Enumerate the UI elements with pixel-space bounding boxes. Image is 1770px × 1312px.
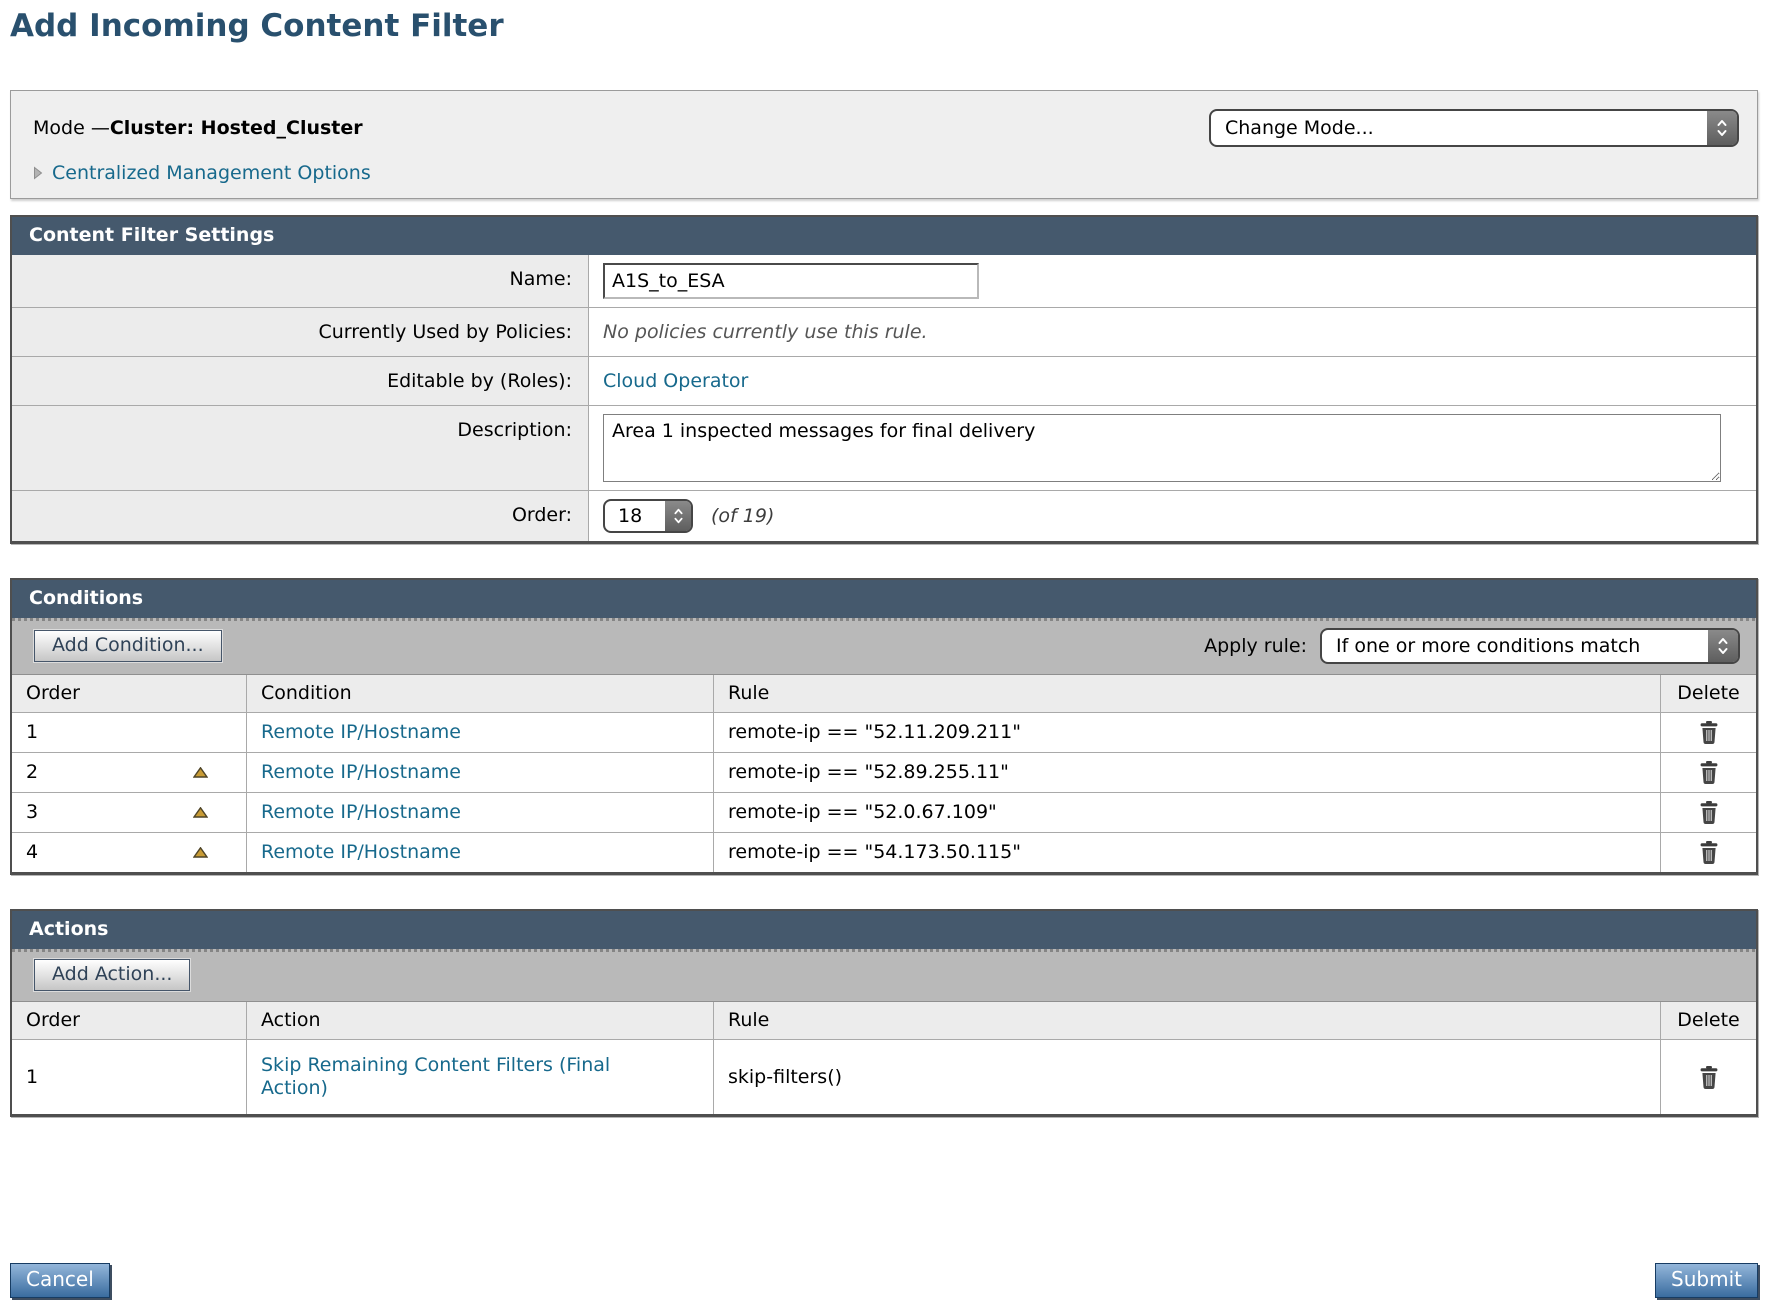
conditions-panel: Conditions Add Condition... Apply rule: … — [10, 578, 1758, 875]
actions-panel: Actions Add Action... Order Action Rule … — [10, 909, 1758, 1117]
condition-link[interactable]: Remote IP/Hostname — [261, 801, 461, 824]
name-input[interactable] — [603, 263, 979, 299]
conditions-header: Conditions — [12, 580, 1756, 618]
action-rule: skip-filters() — [714, 1040, 1661, 1114]
order-select[interactable]: 18 — [603, 499, 693, 533]
select-spinner-icon — [665, 501, 691, 531]
trash-icon[interactable] — [1699, 841, 1719, 864]
trash-icon[interactable] — [1699, 801, 1719, 824]
action-row: 1 Skip Remaining Content Filters (Final … — [12, 1040, 1756, 1114]
actions-header: Actions — [12, 911, 1756, 949]
actions-toolbar: Add Action... — [12, 949, 1756, 1002]
apply-rule-label: Apply rule: — [1204, 635, 1307, 657]
action-order: 1 — [26, 1066, 38, 1089]
description-label: Description: — [12, 406, 589, 490]
mode-label: Mode — [33, 117, 85, 139]
column-header-condition: Condition — [247, 675, 714, 713]
centralized-management-row: Centralized Management Options — [33, 162, 1739, 184]
move-up-icon[interactable] — [193, 847, 208, 858]
page-title: Add Incoming Content Filter — [10, 8, 1758, 44]
submit-button[interactable]: Submit — [1655, 1263, 1758, 1298]
condition-link[interactable]: Remote IP/Hostname — [261, 761, 461, 784]
condition-rule: remote-ip == "52.89.255.11" — [714, 753, 1661, 793]
column-header-rule: Rule — [714, 675, 1661, 713]
conditions-toolbar: Add Condition... Apply rule: If one or m… — [12, 618, 1756, 675]
action-link[interactable]: Skip Remaining Content Filters (Final Ac… — [261, 1054, 671, 1100]
editable-roles-link[interactable]: Cloud Operator — [603, 370, 748, 392]
policies-value: No policies currently use this rule. — [603, 321, 928, 343]
trash-icon[interactable] — [1699, 761, 1719, 784]
apply-rule-select[interactable]: If one or more conditions match — [1320, 628, 1740, 664]
column-header-order: Order — [12, 675, 247, 713]
description-textarea[interactable]: Area 1 inspected messages for final deli… — [603, 414, 1721, 482]
order-label: Order: — [12, 491, 589, 541]
condition-row: 1 Remote IP/Hostname remote-ip == "52.11… — [12, 713, 1756, 753]
centralized-management-link[interactable]: Centralized Management Options — [52, 162, 371, 184]
roles-row: Editable by (Roles): Cloud Operator — [12, 357, 1756, 406]
condition-order: 1 — [26, 721, 38, 744]
policies-label: Currently Used by Policies: — [12, 308, 589, 356]
change-mode-select-value: Change Mode... — [1211, 117, 1414, 139]
condition-link[interactable]: Remote IP/Hostname — [261, 721, 461, 744]
actions-table-header: Order Action Rule Delete — [12, 1002, 1756, 1040]
condition-rule: remote-ip == "52.11.209.211" — [714, 713, 1661, 753]
mode-panel: Mode —Cluster: Hosted_Cluster Change Mod… — [10, 90, 1758, 199]
move-up-icon[interactable] — [193, 767, 208, 778]
add-condition-button[interactable]: Add Condition... — [34, 630, 222, 662]
condition-order: 4 — [26, 841, 38, 864]
mode-row: Mode —Cluster: Hosted_Cluster Change Mod… — [33, 109, 1739, 147]
disclosure-triangle-icon[interactable] — [33, 166, 43, 180]
column-header-action: Action — [247, 1002, 714, 1040]
condition-rule: remote-ip == "52.0.67.109" — [714, 793, 1661, 833]
mode-dash: — — [91, 117, 110, 139]
condition-row: 2 Remote IP/Hostname remote-ip == "52.89… — [12, 753, 1756, 793]
footer-bar: Cancel Submit — [10, 1263, 1758, 1312]
conditions-table-header: Order Condition Rule Delete — [12, 675, 1756, 713]
move-up-icon[interactable] — [193, 807, 208, 818]
change-mode-select[interactable]: Change Mode... — [1209, 109, 1739, 147]
trash-icon[interactable] — [1699, 721, 1719, 744]
select-spinner-icon — [1707, 111, 1737, 145]
select-spinner-icon — [1708, 630, 1738, 662]
trash-icon[interactable] — [1699, 1066, 1719, 1089]
apply-rule-wrap: Apply rule: If one or more conditions ma… — [1204, 628, 1740, 664]
name-label: Name: — [12, 255, 589, 307]
condition-link[interactable]: Remote IP/Hostname — [261, 841, 461, 864]
page: Add Incoming Content Filter Mode —Cluste… — [10, 8, 1758, 1312]
apply-rule-select-value: If one or more conditions match — [1322, 635, 1680, 657]
column-header-rule: Rule — [714, 1002, 1661, 1040]
order-row: Order: 18 (of 19) — [12, 491, 1756, 541]
name-row: Name: — [12, 255, 1756, 308]
settings-header: Content Filter Settings — [12, 217, 1756, 255]
policies-row: Currently Used by Policies: No policies … — [12, 308, 1756, 357]
condition-row: 4 Remote IP/Hostname remote-ip == "54.17… — [12, 833, 1756, 872]
condition-row: 3 Remote IP/Hostname remote-ip == "52.0.… — [12, 793, 1756, 833]
condition-order: 2 — [26, 761, 38, 784]
cancel-button[interactable]: Cancel — [10, 1263, 110, 1298]
mode-value: Cluster: Hosted_Cluster — [110, 117, 363, 139]
description-row: Description: Area 1 inspected messages f… — [12, 406, 1756, 491]
column-header-delete: Delete — [1661, 1002, 1756, 1040]
column-header-order: Order — [12, 1002, 247, 1040]
mode-text: Mode —Cluster: Hosted_Cluster — [33, 117, 363, 139]
condition-rule: remote-ip == "54.173.50.115" — [714, 833, 1661, 872]
roles-label: Editable by (Roles): — [12, 357, 589, 405]
order-total-note: (of 19) — [711, 505, 774, 527]
condition-order: 3 — [26, 801, 38, 824]
column-header-delete: Delete — [1661, 675, 1756, 713]
content-filter-settings-panel: Content Filter Settings Name: Currently … — [10, 215, 1758, 544]
add-action-button[interactable]: Add Action... — [34, 959, 190, 991]
